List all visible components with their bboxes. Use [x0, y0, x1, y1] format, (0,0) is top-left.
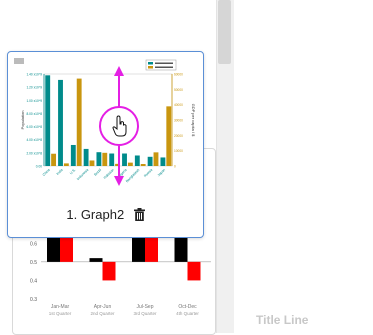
left-tick-label: 0.00 [36, 165, 42, 169]
move-handle-arrow-up [114, 66, 124, 76]
category-label: Oct-Dec [178, 304, 197, 310]
left-tick-label: 8.00 x10^8 [27, 112, 43, 116]
bar-gdp [127, 162, 133, 166]
graph-name-label: 1. Graph2 [66, 207, 125, 223]
category-label: Apr-Jun [94, 304, 112, 310]
card-title-row: 1. Graph2 [8, 206, 203, 228]
category-sublabel: 2nd Quarter [90, 311, 115, 316]
graph-preview-card[interactable]: 0.00 2.00 x10^8 4.00 x10^8 6.00 x10^8 8.00 x… [7, 51, 204, 238]
bar-gdp [89, 160, 95, 166]
left-axis-title: Population [20, 111, 25, 130]
legend-text-gdp [155, 66, 173, 68]
category-label: Russia [143, 168, 153, 178]
bar-population [58, 79, 63, 166]
category-label: Jul-Sep [137, 304, 154, 310]
y-tick-label: 0.4 [30, 278, 37, 284]
left-tick-label: 6.00 x10^8 [27, 125, 43, 129]
bar-population [122, 153, 127, 166]
scrollbar-thumb[interactable] [218, 0, 231, 64]
left-tick-label: 4.00 x10^8 [27, 138, 43, 142]
trash-icon[interactable] [133, 208, 145, 222]
category-label: India [56, 168, 64, 176]
move-handle-arrow-down [114, 176, 124, 186]
bar-gdp [76, 78, 82, 166]
category-label: China [42, 168, 51, 177]
y-tick-label: 0.6 [30, 241, 37, 247]
category-sublabel: 3rd Quarter [133, 311, 157, 316]
bar-gdp [153, 152, 159, 166]
right-tick-label: 30000 [174, 119, 183, 123]
bar-gdp [102, 152, 108, 166]
bar-series-2 [102, 261, 116, 281]
bar-population [134, 155, 140, 166]
category-sublabel: 4th Quarter [176, 311, 199, 316]
bar-series-1 [89, 258, 103, 262]
bar-population [96, 152, 102, 166]
right-tick-label: 50000 [174, 88, 183, 92]
bar-population [45, 75, 51, 166]
category-label: Japan [157, 168, 166, 177]
legend-text-population [155, 62, 173, 64]
thumb-badge-icon [14, 58, 24, 64]
bar-population [160, 157, 166, 166]
bar-population [83, 148, 89, 166]
left-tick-label: 2.00 x10^8 [27, 151, 43, 155]
right-tick-label: 40000 [174, 103, 183, 107]
right-tick-label: 0 [174, 165, 176, 169]
bar-gdp [63, 163, 69, 166]
bar-population [70, 144, 76, 166]
left-tick-label: 1.00 x10^9 [27, 99, 43, 103]
left-tick-label: 1.20 x10^9 [27, 86, 43, 90]
property-pane [234, 0, 373, 333]
right-tick-label: 60000 [174, 73, 183, 77]
bar-population [109, 153, 115, 166]
bar-gdp [51, 153, 57, 166]
category-label: U.S. [69, 168, 77, 176]
bar-gdp [140, 164, 146, 166]
left-tick-label: 1.40 x10^9 [27, 73, 43, 77]
category-label: Brazil [93, 168, 102, 177]
y-tick-label: 0.3 [30, 297, 37, 303]
right-axis-title: GDP per capita / $ [191, 104, 196, 138]
legend-swatch-gdp [148, 66, 153, 69]
right-tick-label: 20000 [174, 134, 183, 138]
category-label: Jan-Mar [51, 304, 70, 310]
title-line-label: Title Line [256, 313, 309, 327]
category-label: Indonesia [76, 168, 89, 181]
population-gdp-chart: 0.00 2.00 x10^8 4.00 x10^8 6.00 x10^8 8.00 x… [14, 58, 196, 186]
category-sublabel: 1st Quarter [49, 311, 72, 316]
y-tick-label: 0.5 [30, 260, 37, 266]
category-label: Bangladesh [125, 168, 141, 184]
category-label: Pakistan [103, 168, 115, 180]
bar-population [147, 156, 153, 166]
legend-swatch-population [148, 62, 153, 65]
bar-series-2 [187, 261, 201, 281]
right-tick-label: 10000 [174, 149, 183, 153]
bar-gdp [166, 106, 172, 166]
